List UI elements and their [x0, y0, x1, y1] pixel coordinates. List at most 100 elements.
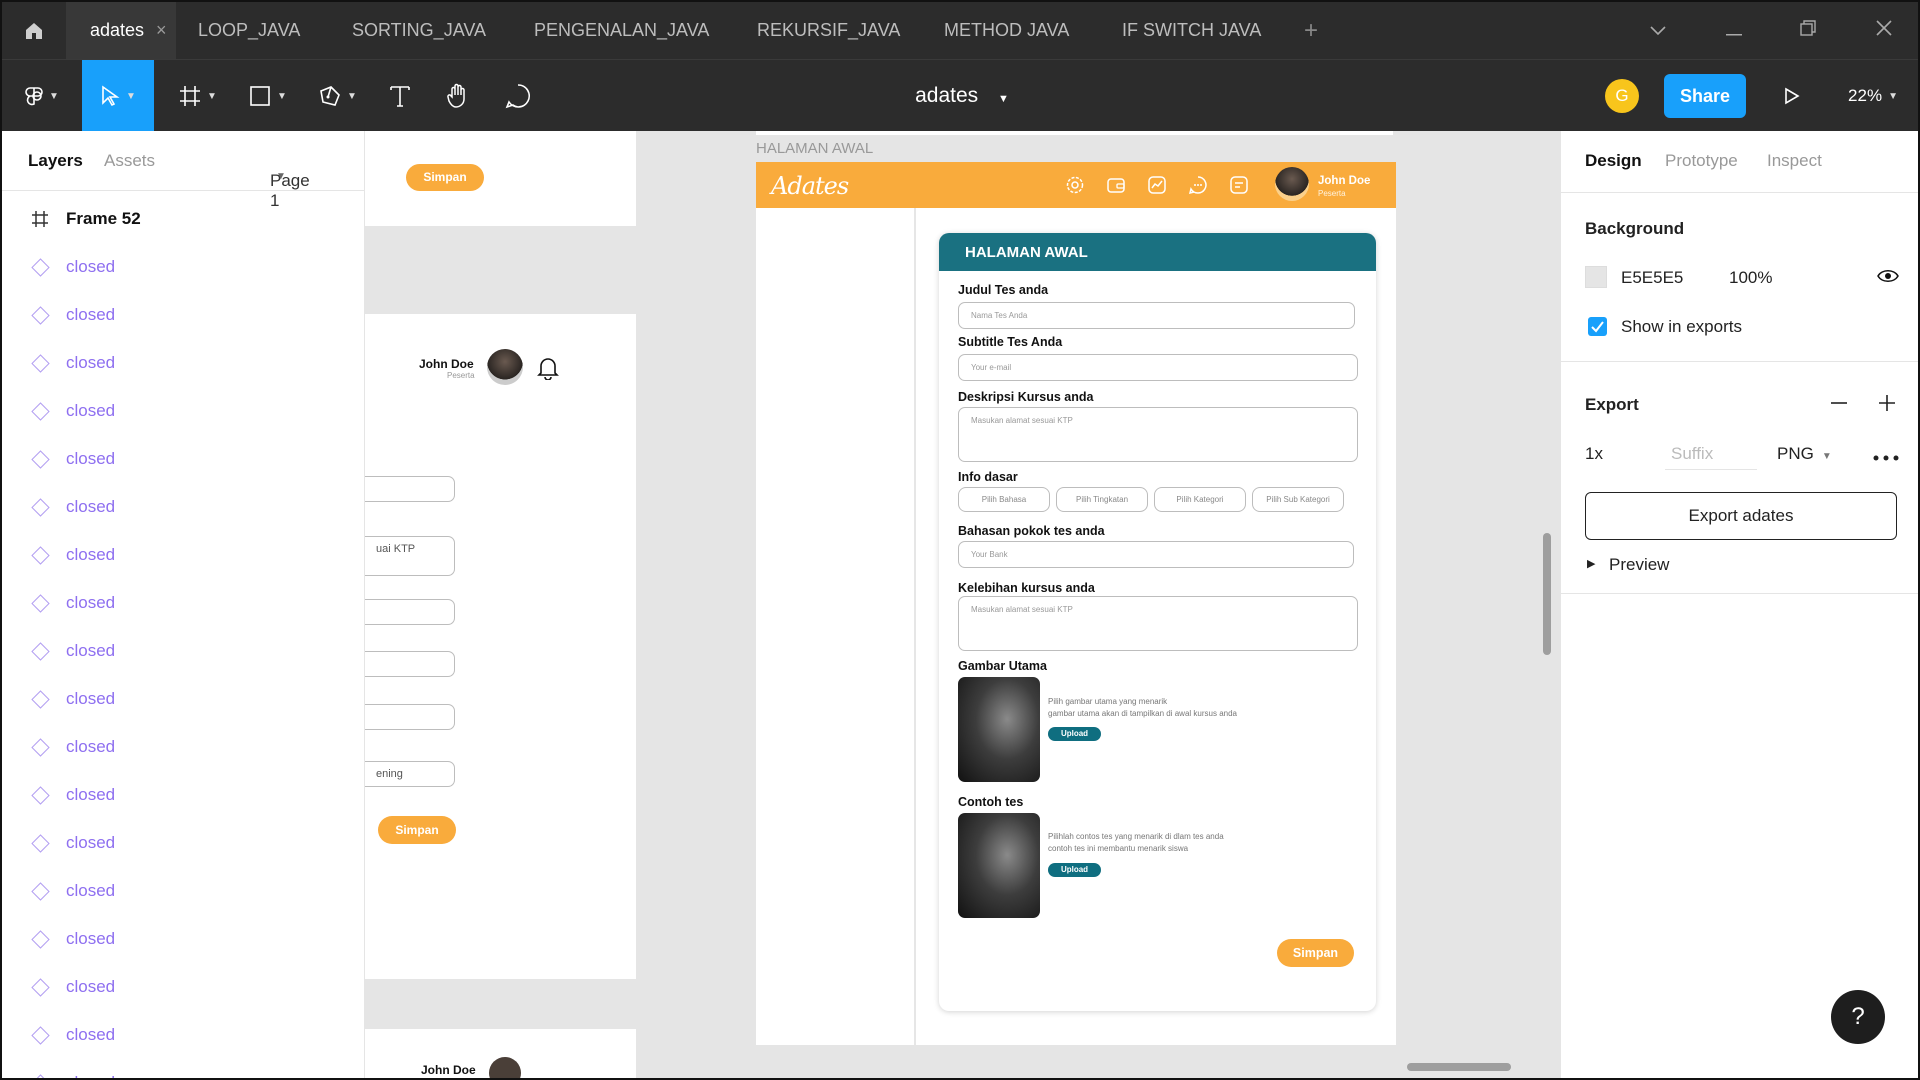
bg-hex-input[interactable]: E5E5E5	[1621, 268, 1683, 288]
pen-tool-button[interactable]: ▼	[308, 60, 368, 132]
layer-item[interactable]: closed	[2, 291, 364, 339]
layer-item[interactable]: closed	[2, 339, 364, 387]
partial-input[interactable]	[365, 476, 455, 502]
layer-item[interactable]: closed	[2, 771, 364, 819]
partial-input[interactable]	[365, 651, 455, 677]
partial-textarea[interactable]: uai KTP	[365, 536, 455, 576]
help-button[interactable]: ?	[1831, 990, 1885, 1044]
user-avatar[interactable]: G	[1602, 60, 1642, 132]
scale-input[interactable]: 1x	[1585, 444, 1603, 464]
format-dropdown[interactable]: PNG ▼	[1777, 444, 1832, 464]
layer-item[interactable]: closed	[2, 675, 364, 723]
home-icon[interactable]	[2, 2, 66, 59]
comment-tool-button[interactable]	[496, 60, 540, 132]
shape-tool-button[interactable]: ▼	[238, 60, 298, 132]
wallet-icon[interactable]	[1106, 175, 1126, 200]
layer-item[interactable]: closed	[2, 915, 364, 963]
select-chip[interactable]: Pilih Kategori	[1154, 487, 1246, 512]
present-button[interactable]	[1772, 60, 1812, 132]
tab-inspect[interactable]: Inspect	[1767, 151, 1822, 171]
caret-right-icon[interactable]: ▶	[1587, 557, 1595, 570]
preview-toggle[interactable]: Preview	[1609, 555, 1669, 575]
select-chip[interactable]: Pilih Tingkatan	[1056, 487, 1148, 512]
simpan-button[interactable]: Simpan	[406, 164, 484, 191]
partial-frame-top[interactable]: Simpan	[365, 131, 636, 226]
eye-icon[interactable]	[1877, 267, 1899, 290]
gambar-thumbnail[interactable]	[958, 677, 1040, 782]
tab-adates[interactable]: adates ×	[66, 2, 176, 59]
tab-layers[interactable]: Layers	[28, 151, 83, 171]
bg-opacity-input[interactable]: 100%	[1729, 268, 1772, 288]
layer-item[interactable]: closed	[2, 435, 364, 483]
main-menu-button[interactable]: ▼	[12, 60, 72, 132]
tab-prototype[interactable]: Prototype	[1665, 151, 1738, 171]
tab-rekursif-java[interactable]: REKURSIF_JAVA	[757, 2, 900, 59]
simpan-button[interactable]: Simpan	[1277, 939, 1354, 967]
plus-icon[interactable]	[1877, 393, 1897, 418]
partial-input[interactable]	[365, 704, 455, 730]
chevron-down-icon[interactable]: ▼	[998, 93, 1009, 105]
minimize-icon[interactable]	[1714, 2, 1754, 59]
logo[interactable]: Adates	[771, 172, 849, 200]
layer-item[interactable]: closed	[2, 1059, 364, 1078]
tab-method-java[interactable]: METHOD JAVA	[944, 2, 1069, 59]
minus-icon[interactable]	[1829, 393, 1849, 418]
layer-item[interactable]: closed	[2, 723, 364, 771]
text-tool-button[interactable]	[378, 60, 422, 132]
layer-item[interactable]: closed	[2, 963, 364, 1011]
avatar[interactable]	[1275, 167, 1309, 201]
partial-input[interactable]	[365, 599, 455, 625]
kelebihan-textarea[interactable]: Masukan alamat sesuai KTP	[958, 596, 1358, 651]
deskripsi-textarea[interactable]: Masukan alamat sesuai KTP	[958, 407, 1358, 462]
settings-icon[interactable]	[1065, 175, 1085, 200]
subtitle-input[interactable]: Your e-mail	[958, 354, 1358, 381]
add-tab-button[interactable]: +	[1304, 2, 1318, 59]
chat-icon[interactable]	[1188, 175, 1208, 200]
select-chip[interactable]: Pilih Sub Kategori	[1252, 487, 1344, 512]
more-options-icon[interactable]	[1873, 448, 1899, 466]
tab-pengenalan-java[interactable]: PENGENALAN_JAVA	[534, 2, 709, 59]
layer-item[interactable]: closed	[2, 627, 364, 675]
color-swatch[interactable]	[1585, 266, 1607, 288]
layer-item[interactable]: closed	[2, 1011, 364, 1059]
document-icon[interactable]	[1229, 175, 1249, 200]
frame-label[interactable]: HALAMAN AWAL	[756, 140, 873, 157]
show-exports-checkbox[interactable]	[1588, 317, 1607, 336]
tab-assets[interactable]: Assets	[104, 151, 155, 171]
horizontal-scrollbar[interactable]	[1407, 1063, 1511, 1071]
export-button[interactable]: Export adates	[1585, 492, 1897, 540]
simpan-button[interactable]: Simpan	[378, 816, 456, 844]
frame-tool-button[interactable]: ▼	[168, 60, 228, 132]
contoh-thumbnail[interactable]	[958, 813, 1040, 918]
layer-item[interactable]: closed	[2, 483, 364, 531]
layer-frame[interactable]: Frame 52	[2, 195, 364, 243]
zoom-dropdown[interactable]: 22% ▼	[1838, 60, 1908, 132]
tab-sorting-java[interactable]: SORTING_JAVA	[352, 2, 486, 59]
layer-item[interactable]: closed	[2, 387, 364, 435]
canvas[interactable]: Simpan John Doe Peserta uai KTP ening Si…	[365, 131, 1560, 1078]
chart-icon[interactable]	[1147, 175, 1167, 200]
partial-frame-middle[interactable]: John Doe Peserta uai KTP ening Simpan	[365, 314, 636, 979]
bahasan-input[interactable]: Your Bank	[958, 541, 1354, 568]
vertical-scrollbar[interactable]	[1543, 533, 1551, 655]
layer-item[interactable]: closed	[2, 819, 364, 867]
share-button[interactable]: Share	[1664, 74, 1746, 118]
file-name[interactable]: adates	[915, 84, 978, 107]
tab-if-switch-java[interactable]: IF SWITCH JAVA	[1122, 2, 1261, 59]
layer-item[interactable]: closed	[2, 243, 364, 291]
move-tool-button[interactable]: ▼	[82, 60, 154, 132]
layer-item[interactable]: closed	[2, 531, 364, 579]
judul-input[interactable]: Nama Tes Anda	[958, 302, 1355, 329]
upload-button[interactable]: Upload	[1048, 863, 1101, 877]
suffix-input[interactable]: Suffix	[1665, 438, 1757, 470]
partial-frame-bottom[interactable]: John Doe	[365, 1029, 636, 1078]
hand-tool-button[interactable]	[436, 60, 480, 132]
restore-icon[interactable]	[1788, 2, 1828, 59]
select-chip[interactable]: Pilih Bahasa	[958, 487, 1050, 512]
tab-design[interactable]: Design	[1585, 151, 1642, 171]
upload-button[interactable]: Upload	[1048, 727, 1101, 741]
bell-icon[interactable]	[537, 356, 559, 385]
close-icon[interactable]: ×	[156, 20, 167, 40]
layer-item[interactable]: closed	[2, 579, 364, 627]
close-window-icon[interactable]	[1864, 2, 1904, 59]
